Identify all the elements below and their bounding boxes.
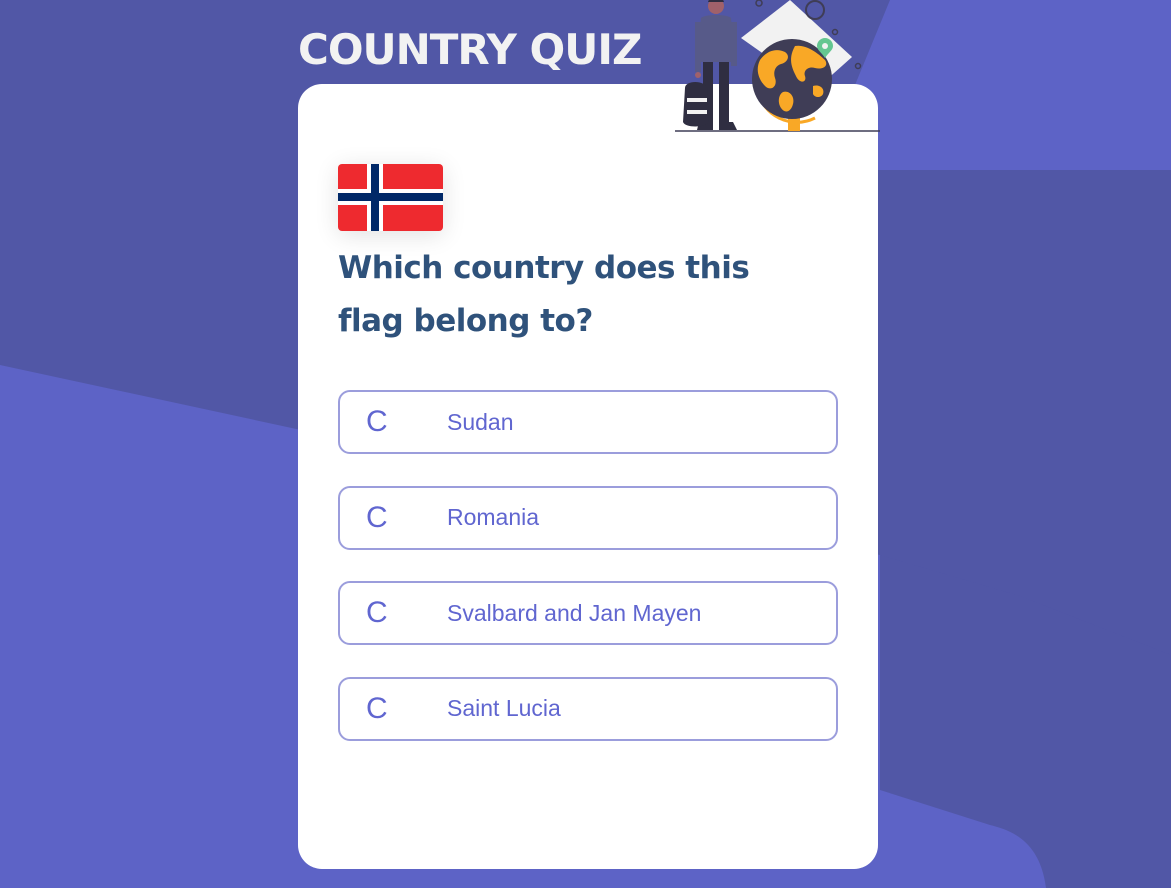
option-label: Saint Lucia	[447, 695, 561, 721]
answer-option-3[interactable]: C Svalbard and Jan Mayen	[338, 581, 838, 645]
option-label: Romania	[447, 504, 540, 530]
norway-flag-icon	[338, 164, 443, 231]
option-letter: C	[366, 691, 388, 725]
question-text: Which country does this flag belong to?	[338, 250, 750, 339]
answer-option-1[interactable]: C Sudan	[338, 390, 838, 454]
quiz-card: Which country does this flag belong to? …	[298, 84, 878, 869]
option-label: Svalbard and Jan Mayen	[447, 599, 702, 626]
option-label: Sudan	[447, 408, 514, 435]
app-title: COUNTRY QUIZ	[298, 25, 642, 74]
answer-option-2[interactable]: C Romania	[338, 485, 838, 550]
option-letter: C	[366, 500, 388, 534]
quiz-page: COUNTRY QUIZ Which country does this fla…	[0, 0, 1171, 888]
option-letter: C	[366, 405, 388, 438]
answer-option-4[interactable]: C Saint Lucia	[338, 676, 838, 741]
traveler-globe-illustration	[675, 0, 880, 132]
option-letter: C	[366, 596, 388, 629]
answer-options: C Sudan C Romania C Svalbard and Jan May…	[338, 390, 838, 772]
